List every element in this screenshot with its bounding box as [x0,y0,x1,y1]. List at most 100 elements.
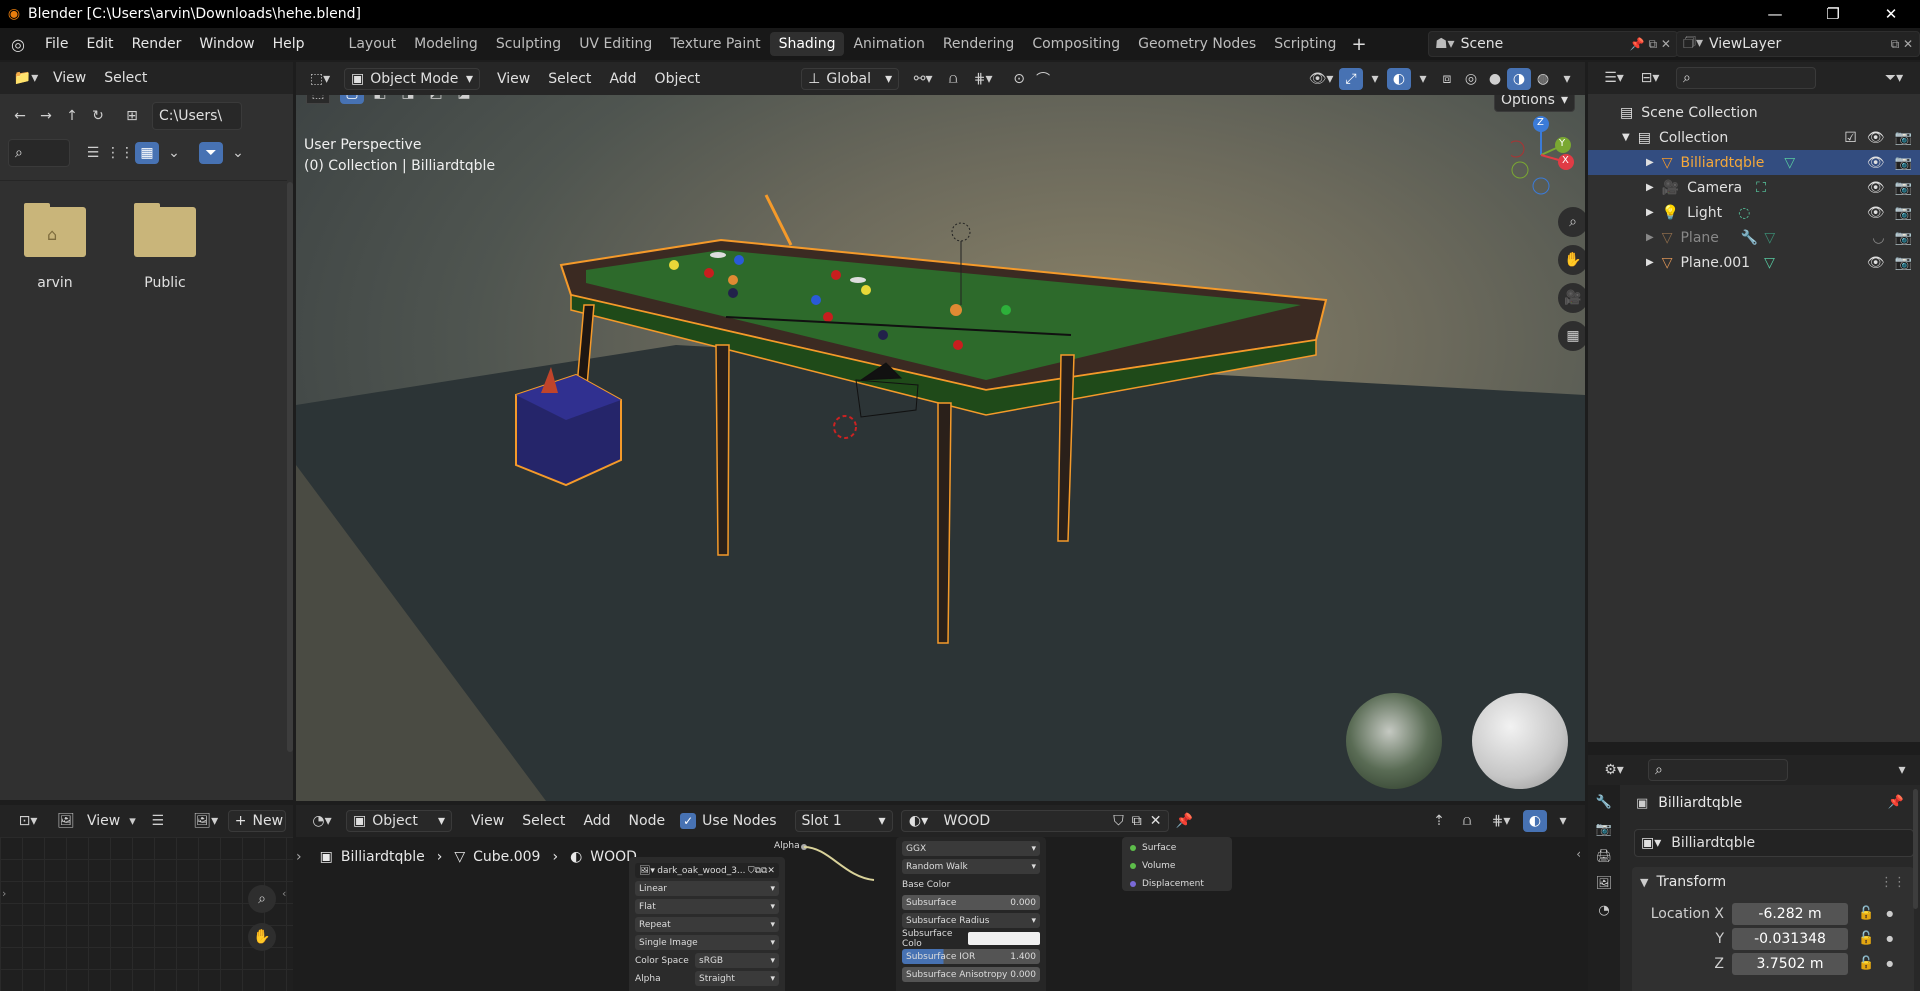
ne-menu-node[interactable]: Node [620,813,675,829]
folder-item[interactable]: Public [132,203,198,291]
expand-arrow-icon[interactable]: ▶ [1646,207,1654,218]
subsurface-field[interactable]: Subsurface 0.000 [902,895,1040,910]
expand-arrow-icon[interactable]: ▼ [1622,132,1630,143]
ie-menu-view[interactable]: View [78,813,129,829]
hamburger-menu-icon[interactable]: ☰ [146,810,170,832]
subsurface-color-input[interactable]: Subsurface Colo [902,929,1040,949]
filter-icon[interactable]: ⏷ [199,142,223,164]
output-tab-icon[interactable]: 🖨 [1596,849,1613,864]
fake-user-shield-icon[interactable]: ⛉ [1113,813,1124,829]
view-layer-selector[interactable]: 🗇▾ ViewLayer ⧉ ✕ [1676,31,1920,57]
select-tool-icon[interactable]: ⬚ [306,95,330,104]
blender-menu-icon[interactable]: ◎ [0,35,36,54]
menu-help[interactable]: Help [264,36,314,52]
eye-icon[interactable]: 👁 [1867,155,1885,171]
scrollbar[interactable] [1913,789,1918,909]
expand-arrow-icon[interactable]: ▶ [1646,232,1654,243]
material-sphere-icon[interactable]: ◐▾ [902,813,936,829]
select-subtract-icon[interactable]: ◨ [396,95,420,104]
gizmo-options-icon[interactable]: ▾ [1363,68,1387,90]
outliner-item-billiardtqble[interactable]: ▶ ▽ Billiardtqble ▽ 👁 📷 [1588,150,1920,175]
drag-handle-icon[interactable]: ⋮⋮ [1880,875,1906,890]
dropdown-arrow-icon[interactable]: ▾ [129,814,136,829]
outliner-collection[interactable]: ▼ ▤ Collection ☑ 👁 📷 [1588,125,1920,150]
path-field[interactable]: C:\Users\ [152,102,242,130]
display-settings-icon[interactable]: ⌄ [162,142,186,164]
projection-dropdown[interactable]: Flat ▾ [635,899,779,914]
vp-menu-select[interactable]: Select [539,71,600,87]
location-y-field[interactable]: -0.031348 [1732,927,1848,950]
scene-name[interactable]: Scene [1461,36,1504,52]
render-camera-icon[interactable]: 📷 [1895,255,1912,271]
menu-edit[interactable]: Edit [77,36,122,52]
overlay-options-icon[interactable]: ▾ [1411,68,1435,90]
3d-viewport[interactable]: ⬚ ▢ ◧ ◨ ◩ ◪ Options▾ User Perspective (0… [296,95,1585,801]
back-arrow-icon[interactable]: ← [8,105,32,127]
principled-bsdf-node[interactable]: GGX ▾ Random Walk ▾ Base Color Subsurface 0… [896,837,1046,991]
vp-menu-object[interactable]: Object [646,71,710,87]
view-layer-actions-icon[interactable]: ⧉ ✕ [1891,37,1913,52]
maximize-button[interactable]: ❐ [1804,0,1862,28]
image-editor-type-icon[interactable]: ⊡▾ [10,810,46,832]
image-mode-icon[interactable]: 🖼 [54,810,78,832]
fb-menu-select[interactable]: Select [95,70,156,86]
sidebar-expand-icon[interactable]: ‹ [1576,847,1581,861]
scrollbar[interactable] [287,182,293,752]
ne-menu-view[interactable]: View [462,813,513,829]
checkbox-icon[interactable]: ☑ [1844,130,1857,146]
refresh-icon[interactable]: ↻ [86,105,110,127]
wireframe-shading-icon[interactable]: ◎ [1459,68,1483,90]
pin-icon[interactable]: 📌 [1173,810,1197,832]
vp-menu-add[interactable]: Add [600,71,645,87]
eye-icon[interactable]: 👁 [1867,205,1885,221]
scene-tab-icon[interactable]: ◔ [1598,903,1609,918]
snap-element-icon[interactable]: ⋕▾ [1483,810,1519,832]
render-camera-icon[interactable]: 📷 [1895,180,1912,196]
scene-selector[interactable]: ☗▾ Scene 📌 ⧉ ✕ [1428,31,1678,57]
subsurface-anisotropy-field[interactable]: Subsurface Anisotropy 0.000 [902,967,1040,982]
overlay-toggle-icon[interactable]: ◐ [1387,67,1411,90]
transform-section-header[interactable]: ▼ Transform ⋮⋮ [1632,867,1914,897]
perspective-toggle-icon[interactable]: ▦ [1558,321,1585,351]
eye-icon[interactable]: 👁 [1867,180,1885,196]
sidebar-expand-icon[interactable]: › [2,887,6,900]
select-invert-icon[interactable]: ◩ [424,95,448,104]
tab-shading[interactable]: Shading [769,32,845,56]
folder-item[interactable]: ⌂ arvin [22,203,88,291]
render-camera-icon[interactable]: 📷 [1895,155,1912,171]
filter-options-icon[interactable]: ⌄ [226,142,250,164]
mode-dropdown[interactable]: ▣ Object Mode ▾ [344,67,480,90]
menu-render[interactable]: Render [123,36,191,52]
outliner-item-plane-001[interactable]: ▶ ▽ Plane.001 ▽ 👁 📷 [1588,250,1920,275]
material-selector[interactable]: ◐▾ WOOD ⛉ ⧉ ✕ [900,810,1169,832]
eye-closed-icon[interactable]: ◡ [1872,230,1884,246]
interpolation-dropdown[interactable]: Linear ▾ [635,881,779,896]
orientation-dropdown[interactable]: ⊥ Global ▾ [801,67,900,90]
node-canvas[interactable]: › ▣ Billiardtqble › ▽ Cube.009 › ◐ WOOD 🖼▾ d… [296,837,1585,991]
object-name-field[interactable]: ▣▾ Billiardtqble [1634,829,1914,857]
display-mode-icon[interactable]: ⊟▾ [1632,67,1668,89]
expand-arrow-icon[interactable]: ▶ [1646,182,1654,193]
outliner-item-light[interactable]: ▶ 💡 Light ◌ 👁 📷 [1588,200,1920,225]
slot-dropdown[interactable]: Slot 1 ▾ [794,810,893,832]
tab-sculpting[interactable]: Sculpting [487,32,570,56]
shading-options-icon[interactable]: ▾ [1555,68,1579,90]
material-output-node[interactable]: Surface Volume Displacement [1122,837,1232,891]
fb-menu-view[interactable]: View [44,70,95,86]
tab-texture-paint[interactable]: Texture Paint [661,32,769,56]
alpha-dropdown[interactable]: Straight ▾ [695,971,779,986]
zoom-icon[interactable]: ⌕ [248,885,276,913]
rendered-shading-icon[interactable]: ◍ [1531,68,1555,90]
keyframe-dot-icon[interactable]: ● [1886,959,1893,968]
tab-geometry-nodes[interactable]: Geometry Nodes [1129,32,1265,56]
gizmo-toggle-icon[interactable]: ⤢ [1339,67,1363,90]
forward-arrow-icon[interactable]: → [34,105,58,127]
outliner-search-input[interactable]: ⌕ [1676,67,1816,89]
volume-socket[interactable] [1130,863,1136,869]
render-camera-icon[interactable]: 📷 [1895,230,1912,246]
keyframe-dot-icon[interactable]: ● [1886,909,1893,918]
parent-directory-icon[interactable]: ↑ [60,105,84,127]
sidebar-expand-icon[interactable]: ‹ [282,887,286,900]
subsurface-method-dropdown[interactable]: Random Walk ▾ [902,859,1040,874]
outliner-item-camera[interactable]: ▶ 🎥 Camera ⛶ 👁 📷 [1588,175,1920,200]
